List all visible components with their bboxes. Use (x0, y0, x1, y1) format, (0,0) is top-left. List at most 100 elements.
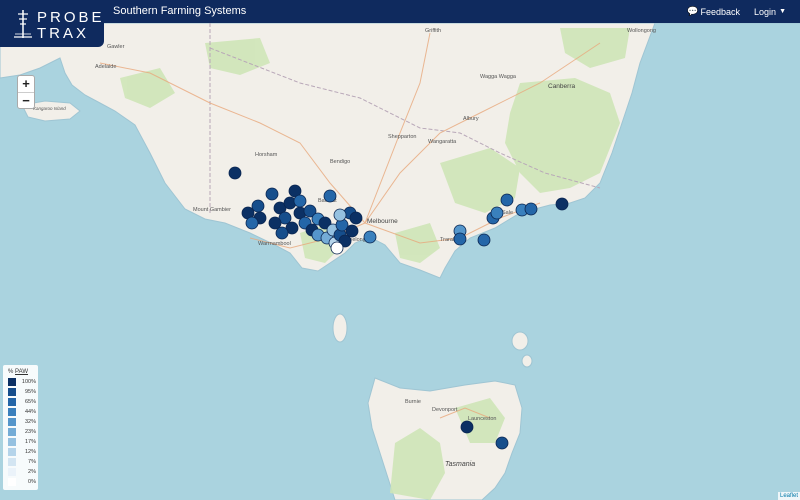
legend-label: 23% (24, 429, 36, 435)
probe-marker[interactable] (333, 208, 347, 222)
probe-icon (14, 10, 32, 38)
zoom-in-button[interactable]: + (18, 76, 34, 92)
flinders-island (511, 331, 529, 351)
paw-legend: % PAW 100% 95% 65% 44% 32% 23% 17% 12% 7% 2% 0% (3, 365, 38, 490)
probe-marker[interactable] (490, 206, 504, 220)
brand-text-line2: TRAX (37, 25, 90, 42)
probe-marker[interactable] (345, 224, 359, 238)
legend-label: 2% (28, 469, 36, 475)
legend-swatch (8, 438, 16, 446)
probe-marker[interactable] (323, 189, 337, 203)
probe-marker[interactable] (265, 187, 279, 201)
king-island (332, 313, 348, 343)
cape-barren-island (521, 354, 533, 368)
legend-label: 12% (24, 449, 36, 455)
label-albury: Albury (463, 116, 479, 122)
probe-marker[interactable] (275, 226, 289, 240)
legend-swatch (8, 398, 16, 406)
probe-marker[interactable] (524, 202, 538, 216)
label-wagga: Wagga Wagga (480, 74, 517, 80)
legend-title-abbr: PAW (15, 369, 29, 375)
legend-title: % PAW (8, 369, 36, 375)
legend-row: 44% (5, 407, 36, 417)
zoom-control: + − (17, 75, 35, 109)
label-shepparton: Shepparton (388, 134, 416, 140)
top-navbar: Southern Farming Systems 💬 Feedback Logi… (0, 0, 800, 23)
probe-marker[interactable] (330, 241, 344, 255)
label-bendigo: Bendigo (330, 159, 350, 165)
legend-label: 7% (28, 459, 36, 465)
attribution-link[interactable]: Leaflet (777, 492, 800, 500)
legend-swatch (8, 418, 16, 426)
legend-row: 100% (5, 377, 36, 387)
legend-swatch (8, 378, 16, 386)
legend-swatch (8, 458, 16, 466)
probe-marker[interactable] (477, 233, 491, 247)
probe-marker[interactable] (293, 194, 307, 208)
label-devonport: Devonport (432, 407, 458, 413)
map-svg[interactable]: Adelaide Gawler Kangaroo Island Griffith… (0, 23, 800, 500)
label-wollongong: Wollongong (627, 28, 656, 34)
probe-marker[interactable] (453, 232, 467, 246)
legend-label: 32% (24, 419, 36, 425)
login-dropdown[interactable]: Login ▼ (754, 7, 786, 17)
legend-row: 2% (5, 467, 36, 477)
legend-row: 65% (5, 397, 36, 407)
nav-right: 💬 Feedback Login ▼ (687, 0, 800, 23)
label-launceston: Launceston (468, 416, 496, 422)
legend-label: 44% (24, 409, 36, 415)
legend-row: 0% (5, 477, 36, 487)
probe-marker[interactable] (495, 436, 509, 450)
label-wangaratta: Wangaratta (428, 139, 457, 145)
legend-row: 32% (5, 417, 36, 427)
label-canberra: Canberra (548, 83, 575, 90)
legend-row: 95% (5, 387, 36, 397)
legend-row: 7% (5, 457, 36, 467)
label-burnie: Burnie (405, 399, 421, 405)
label-sale: Sale (502, 210, 513, 216)
legend-row: 17% (5, 437, 36, 447)
label-gawler: Gawler (107, 44, 125, 50)
legend-row: 23% (5, 427, 36, 437)
legend-swatch (8, 388, 16, 396)
legend-swatch (8, 408, 16, 416)
probe-marker[interactable] (349, 211, 363, 225)
legend-swatch (8, 468, 16, 476)
probe-marker[interactable] (555, 197, 569, 211)
legend-label: 0% (28, 479, 36, 485)
probe-marker[interactable] (268, 216, 282, 230)
zoom-out-button[interactable]: − (18, 92, 34, 108)
probe-marker[interactable] (251, 199, 265, 213)
legend-row: 12% (5, 447, 36, 457)
brand-text-line1: PROBE (37, 9, 105, 26)
brand-logo[interactable]: PROBE TRAX (0, 0, 104, 47)
label-kangaroo-island: Kangaroo Island (33, 106, 66, 111)
legend-label: 17% (24, 439, 36, 445)
legend-label: 100% (21, 379, 36, 385)
label-horsham: Horsham (255, 152, 278, 158)
label-melbourne: Melbourne (367, 218, 398, 225)
legend-title-prefix: % (8, 369, 16, 375)
label-tasmania: Tasmania (445, 461, 475, 468)
feedback-link[interactable]: 💬 Feedback (687, 6, 740, 17)
legend-label: 95% (24, 389, 36, 395)
legend-label: 65% (24, 399, 36, 405)
login-label: Login (754, 6, 777, 17)
map-canvas[interactable]: Adelaide Gawler Kangaroo Island Griffith… (0, 23, 800, 500)
label-warrnambool: Warrnambool (258, 241, 291, 247)
probe-marker[interactable] (245, 216, 259, 230)
label-griffith: Griffith (425, 28, 441, 34)
probe-marker[interactable] (363, 230, 377, 244)
legend-swatch (8, 478, 16, 486)
probe-marker[interactable] (500, 193, 514, 207)
legend-swatch (8, 428, 16, 436)
label-mount-gambier: Mount Gambier (193, 207, 231, 213)
probe-marker[interactable] (460, 420, 474, 434)
legend-rows: 100% 95% 65% 44% 32% 23% 17% 12% 7% 2% 0% (5, 377, 36, 487)
feedback-label: Feedback (700, 6, 741, 17)
speech-bubble-icon: 💬 (687, 6, 699, 16)
label-adelaide: Adelaide (95, 64, 116, 70)
caret-down-icon: ▼ (779, 8, 786, 15)
probe-marker[interactable] (228, 166, 242, 180)
site-title: Southern Farming Systems (113, 5, 247, 17)
